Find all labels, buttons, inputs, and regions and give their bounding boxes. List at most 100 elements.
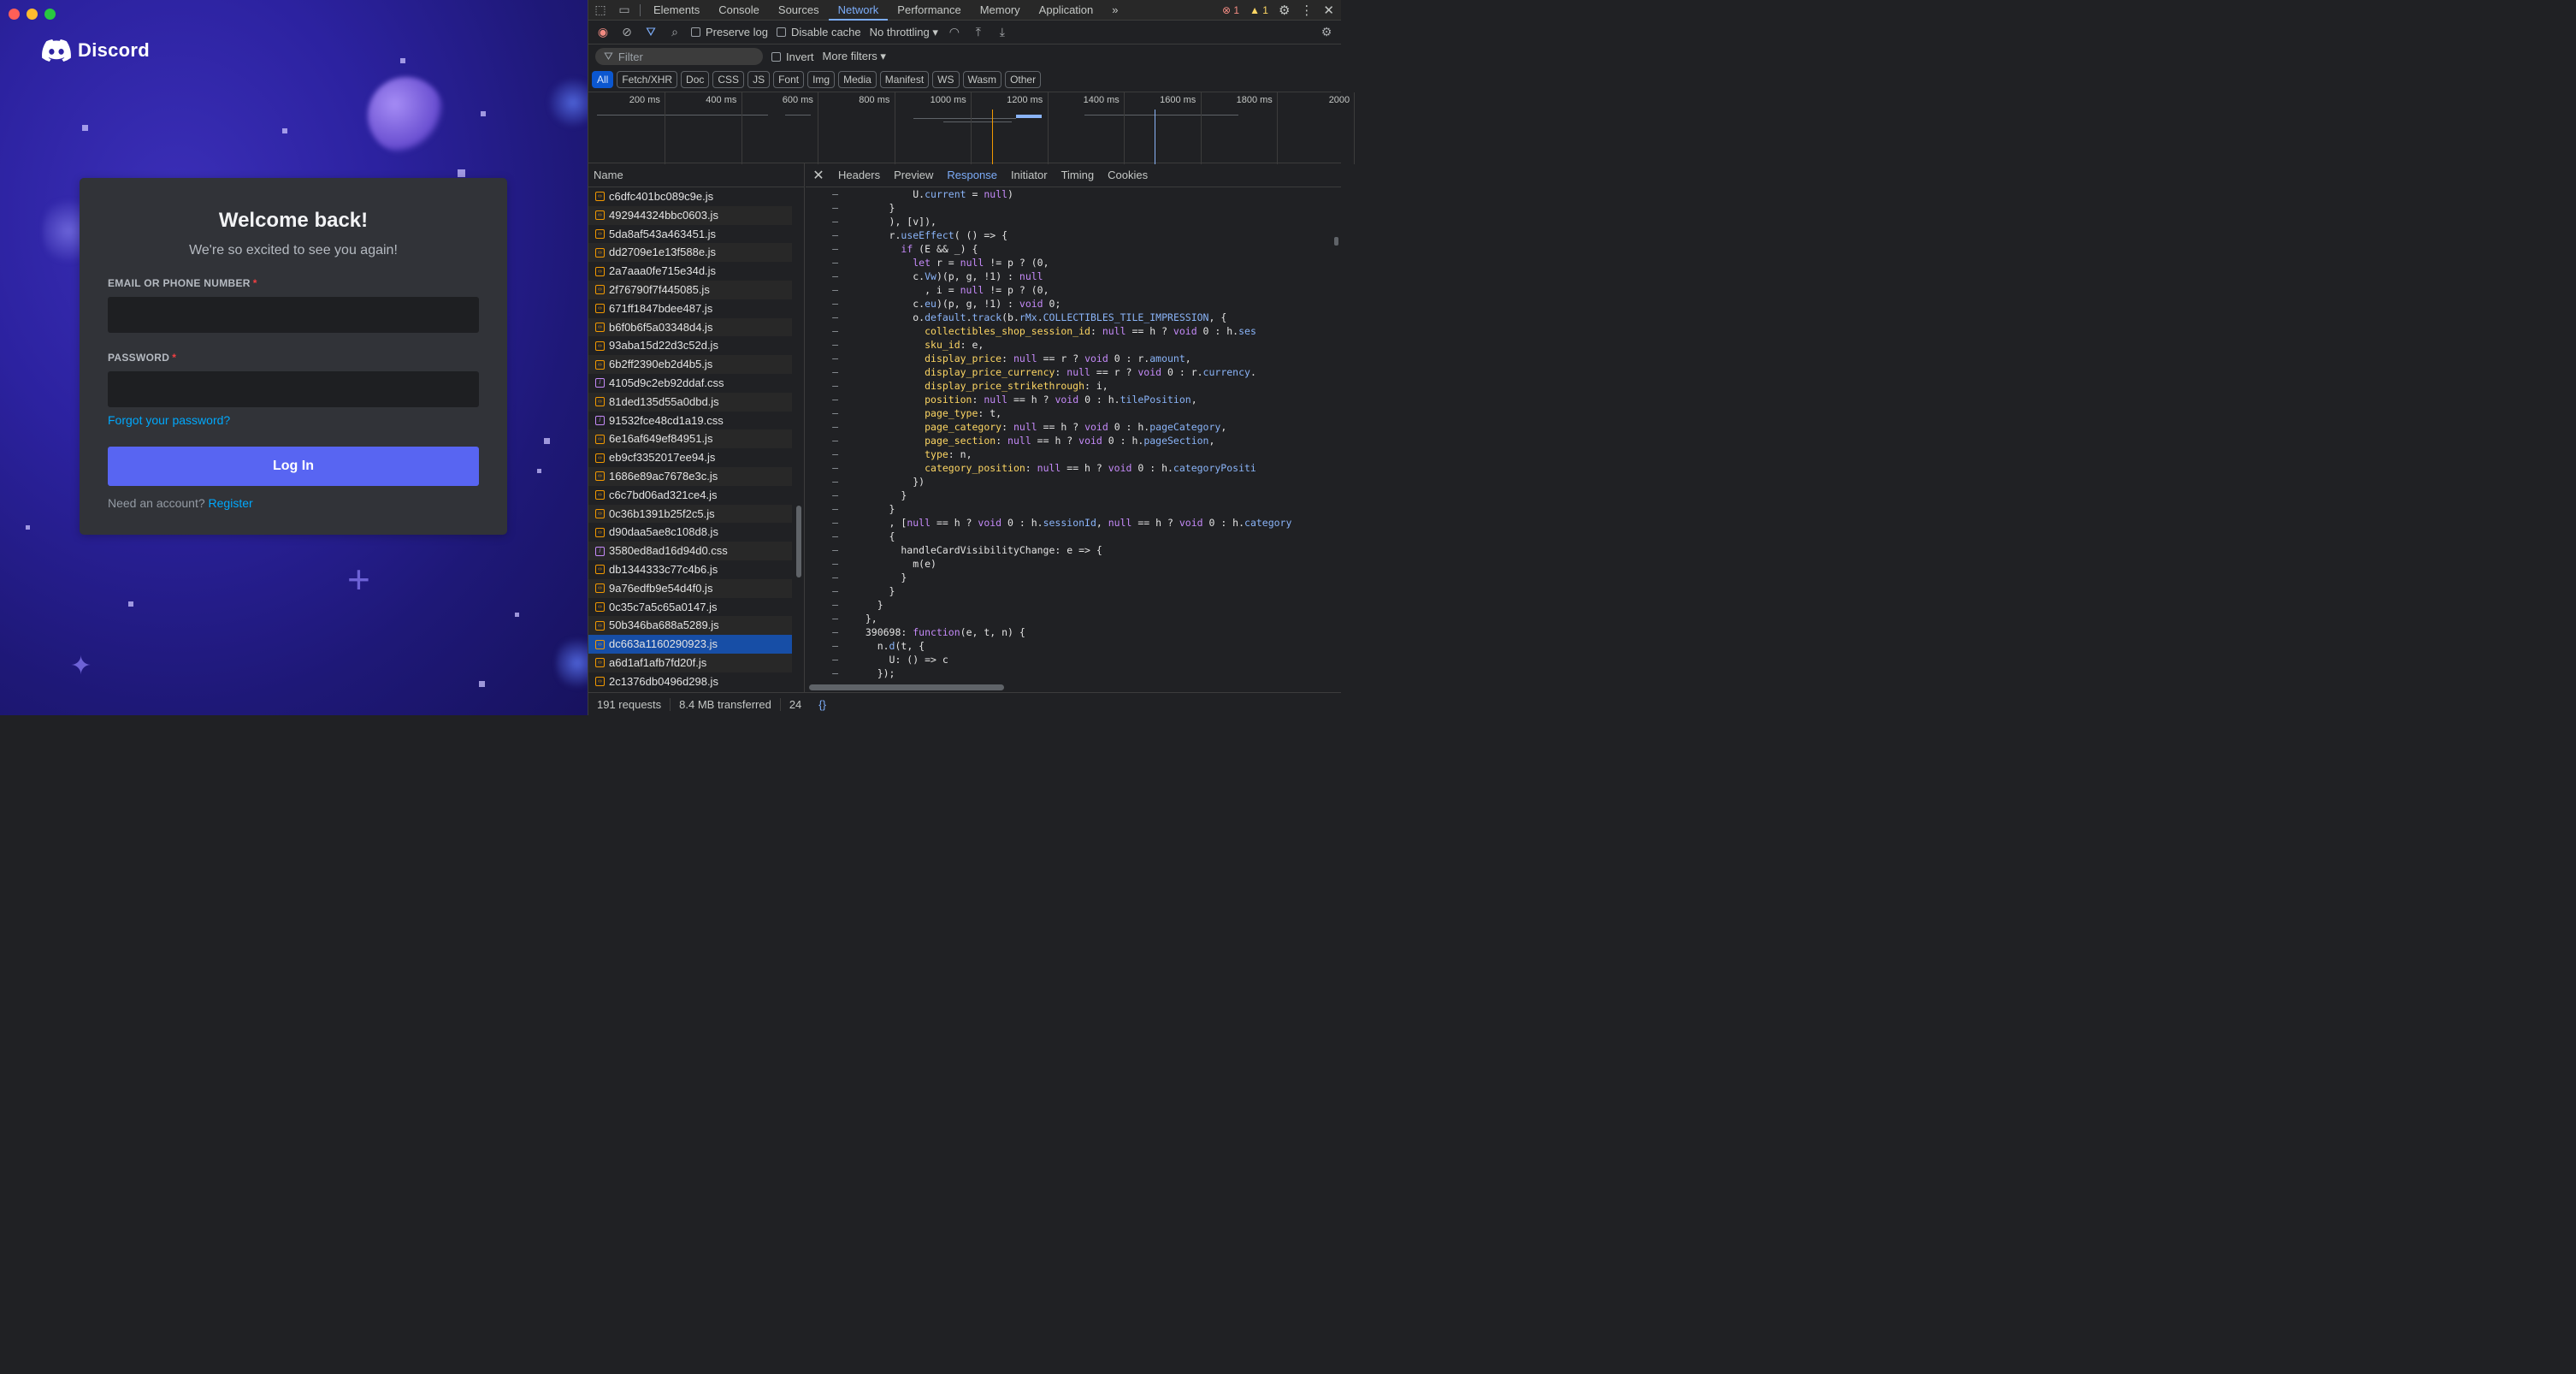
request-row[interactable]: ‹› d90daa5ae8c108d8.js xyxy=(588,523,792,542)
filter-chip-ws[interactable]: WS xyxy=(932,71,960,88)
filter-chip-js[interactable]: JS xyxy=(747,71,771,88)
invert-checkbox[interactable]: Invert xyxy=(771,50,814,63)
code-text: U: () => c xyxy=(854,654,948,666)
request-row[interactable]: ‹› 9a76edfb9e54d4f0.js xyxy=(588,578,792,598)
detail-tab-headers[interactable]: Headers xyxy=(831,169,887,181)
register-link[interactable]: Register xyxy=(209,496,253,510)
request-row[interactable]: ‹› a6d1af1afb7fd20f.js xyxy=(588,653,792,672)
request-row[interactable]: ‹› eb9cf3352017ee94.js xyxy=(588,448,792,467)
request-row[interactable]: ‹› dd2709e1e13f588e.js xyxy=(588,243,792,263)
filter-chip-media[interactable]: Media xyxy=(838,71,877,88)
filter-chip-wasm[interactable]: Wasm xyxy=(962,71,1002,88)
request-row[interactable]: / 3580ed8ad16d94d0.css xyxy=(588,542,792,560)
code-text: type: n, xyxy=(925,448,972,460)
tab-sources[interactable]: Sources xyxy=(769,0,829,21)
request-row[interactable]: ‹› 0c35c7a5c65a0147.js xyxy=(588,597,792,617)
request-row[interactable]: / 91532fce48cd1a19.css xyxy=(588,411,792,430)
request-row[interactable]: ‹› 2c1376db0496d298.js xyxy=(588,672,792,691)
detail-tab-preview[interactable]: Preview xyxy=(887,169,940,181)
request-row[interactable]: ‹› c6dfc401bc089c9e.js xyxy=(588,187,792,206)
inspect-element-icon[interactable]: ⬚ xyxy=(588,3,612,17)
close-window-button[interactable] xyxy=(9,9,20,20)
request-row[interactable]: ‹› 6e16af649ef84951.js xyxy=(588,429,792,449)
password-input[interactable] xyxy=(108,371,479,407)
request-row[interactable]: ‹› 2f76790f7f445085.js xyxy=(588,280,792,299)
code-line: – }); xyxy=(806,666,1341,680)
request-list-scrollbar[interactable] xyxy=(796,506,801,577)
filter-chip-font[interactable]: Font xyxy=(773,71,805,88)
import-har-icon[interactable]: ⤒ xyxy=(971,25,986,39)
request-row[interactable]: ‹› 1686e89ac7678e3c.js xyxy=(588,466,792,486)
code-text: c.eu)(p, g, !1) : void 0; xyxy=(854,298,1061,310)
line-gutter-mark: – xyxy=(832,489,838,501)
network-settings-icon[interactable]: ⚙ xyxy=(1319,25,1334,39)
tab-application[interactable]: Application xyxy=(1030,0,1103,21)
pretty-print-icon[interactable]: {} xyxy=(810,698,835,711)
request-row[interactable]: ‹› 81ded135d55a0dbd.js xyxy=(588,392,792,412)
throttling-select[interactable]: No throttling ▾ xyxy=(870,26,938,39)
request-row[interactable]: ‹› 50b346ba688a5289.js xyxy=(588,616,792,636)
request-row[interactable]: ‹› db1344333c77c4b6.js xyxy=(588,560,792,579)
filter-chip-manifest[interactable]: Manifest xyxy=(879,71,930,88)
forgot-password-link[interactable]: Forgot your password? xyxy=(108,413,230,427)
request-row[interactable]: ‹› b6f0b6f5a03348d4.js xyxy=(588,317,792,337)
response-vertical-scrollbar[interactable] xyxy=(1334,237,1338,246)
filter-icon[interactable]: ⛛ xyxy=(643,25,659,39)
request-row[interactable]: ‹› 2a7aaa0fe715e34d.js xyxy=(588,262,792,281)
tab-memory[interactable]: Memory xyxy=(971,0,1030,21)
preserve-log-checkbox[interactable]: Preserve log xyxy=(691,26,768,38)
filter-chip-fetchxhr[interactable]: Fetch/XHR xyxy=(617,71,678,88)
close-detail-icon[interactable]: ✕ xyxy=(806,167,831,184)
tab-network[interactable]: Network xyxy=(828,0,889,21)
clear-icon[interactable]: ⊘ xyxy=(619,25,635,39)
request-row[interactable]: ‹› c6c7bd06ad321ce4.js xyxy=(588,485,792,505)
star-decoration xyxy=(128,601,133,607)
potion-decoration xyxy=(368,77,445,154)
script-file-icon: ‹› xyxy=(595,508,605,518)
maximize-window-button[interactable] xyxy=(44,9,56,20)
request-row[interactable]: / 4105d9c2eb92ddaf.css xyxy=(588,373,792,393)
request-name: 5da8af543a463451.js xyxy=(609,227,717,240)
device-toolbar-icon[interactable]: ▭ xyxy=(612,3,636,17)
filter-chip-css[interactable]: CSS xyxy=(712,71,745,88)
detail-tab-response[interactable]: Response xyxy=(940,169,1004,181)
filter-chip-other[interactable]: Other xyxy=(1005,71,1042,88)
kebab-menu-icon[interactable]: ⋮ xyxy=(1300,3,1313,18)
export-har-icon[interactable]: ⤓ xyxy=(995,25,1010,39)
disable-cache-checkbox[interactable]: Disable cache xyxy=(776,26,861,38)
response-horizontal-scrollbar[interactable] xyxy=(809,684,1004,690)
minimize-window-button[interactable] xyxy=(27,9,38,20)
tab-elements[interactable]: Elements xyxy=(644,0,709,21)
request-row[interactable]: ‹› 5da8af543a463451.js xyxy=(588,224,792,244)
request-row[interactable]: ‹› 0c36b1391b25f2c5.js xyxy=(588,504,792,524)
request-row[interactable]: ‹› 492944324bbc0603.js xyxy=(588,205,792,225)
filter-chip-img[interactable]: Img xyxy=(807,71,836,88)
network-overview-timeline[interactable]: 200 ms 400 ms 600 ms 800 ms 1000 ms 1200 ms 14… xyxy=(588,92,1355,164)
more-tabs-icon[interactable]: » xyxy=(1102,0,1127,21)
email-input[interactable] xyxy=(108,297,479,333)
request-row[interactable]: ‹› 93aba15d22d3c52d.js xyxy=(588,336,792,356)
login-button[interactable]: Log In xyxy=(108,447,479,486)
close-icon[interactable]: ✕ xyxy=(1323,3,1334,18)
request-row[interactable]: ‹› dc663a1160290923.js xyxy=(588,635,792,654)
line-gutter-mark: – xyxy=(832,216,838,228)
filter-chip-all[interactable]: All xyxy=(592,71,614,88)
detail-tab-cookies[interactable]: Cookies xyxy=(1101,169,1155,181)
tab-performance[interactable]: Performance xyxy=(888,0,970,21)
name-column-header[interactable]: Name xyxy=(588,163,804,187)
more-filters-dropdown[interactable]: More filters ▾ xyxy=(823,50,886,63)
request-row[interactable]: ‹› 671ff1847bdee487.js xyxy=(588,299,792,318)
filter-input[interactable]: ⛛ Filter xyxy=(595,48,763,65)
detail-tab-initiator[interactable]: Initiator xyxy=(1004,169,1055,181)
network-conditions-icon[interactable]: ◠ xyxy=(947,25,962,39)
login-title: Welcome back! xyxy=(218,209,369,232)
request-row[interactable]: ‹› 6b2ff2390eb2d4b5.js xyxy=(588,355,792,374)
detail-tab-timing[interactable]: Timing xyxy=(1055,169,1102,181)
record-stop-icon[interactable]: ◉ xyxy=(595,25,611,39)
warning-badge[interactable]: ▲ 1 xyxy=(1250,4,1268,16)
gear-icon[interactable]: ⚙ xyxy=(1279,3,1290,18)
error-badge[interactable]: ⊗ 1 xyxy=(1222,4,1239,16)
filter-chip-doc[interactable]: Doc xyxy=(681,71,710,88)
search-icon[interactable]: ⌕ xyxy=(667,25,682,39)
tab-console[interactable]: Console xyxy=(709,0,769,21)
